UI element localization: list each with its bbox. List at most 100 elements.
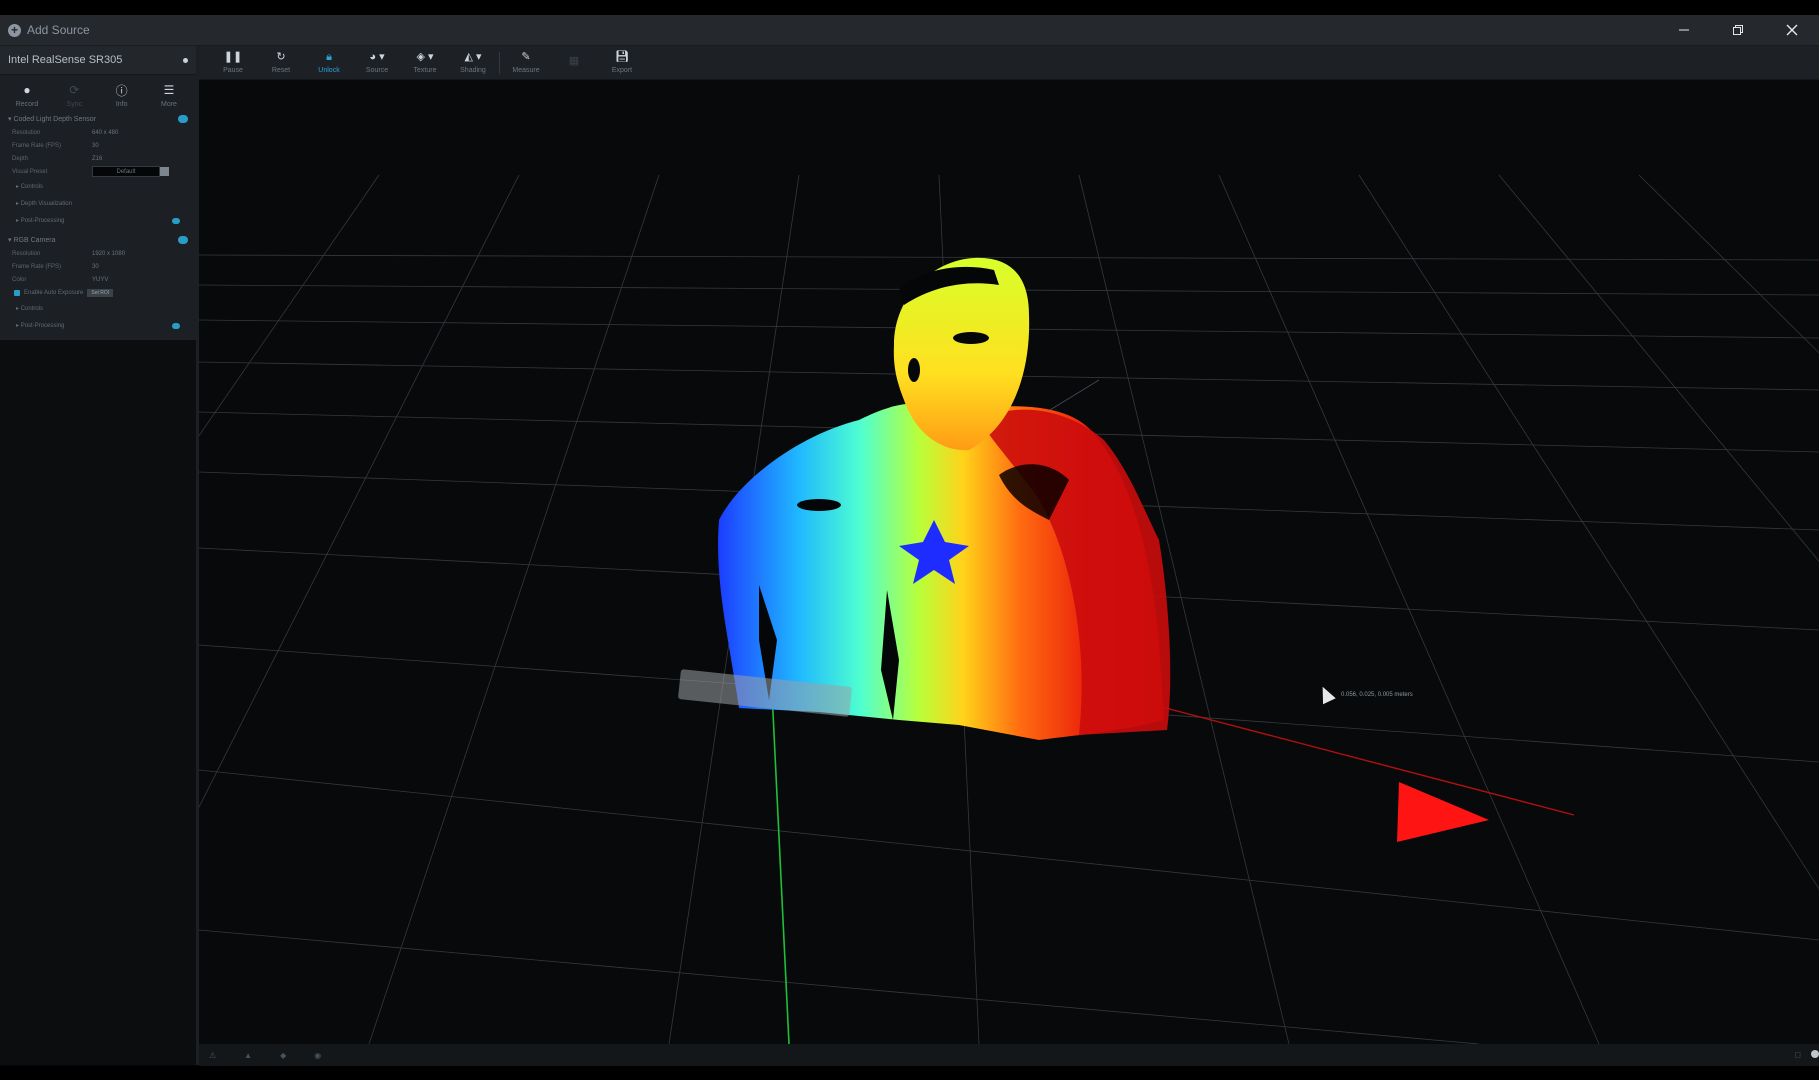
shading-icon: ◭ ▾ <box>464 51 482 63</box>
depth-controls-label: Controls <box>20 184 44 190</box>
coordinate-readout: 0.056, 0.025, 0.005 meters <box>1341 692 1413 698</box>
save-icon: 💾︎ <box>615 51 629 63</box>
export-button[interactable]: 💾︎ Export <box>598 51 646 74</box>
minimize-button[interactable] <box>1657 15 1711 45</box>
add-source-button[interactable]: + Add Source <box>8 21 90 39</box>
rgb-controls-expander[interactable]: ▸ Controls <box>0 300 196 317</box>
rgb-post-processing-toggle[interactable] <box>172 322 180 329</box>
x-axis-arrow <box>1397 782 1489 842</box>
rgb-resolution-label: Resolution <box>12 250 41 257</box>
shading-dropdown[interactable]: ◭ ▾ Shading <box>449 51 497 74</box>
depth-post-processing-toggle[interactable] <box>172 217 180 224</box>
source-label: Source <box>365 67 389 74</box>
rgb-fps-value[interactable]: 30 <box>92 264 99 270</box>
close-button[interactable] <box>1765 15 1819 45</box>
shading-label: Shading <box>460 67 486 74</box>
more-button[interactable]: ☰ More <box>150 83 188 108</box>
status-bar: ⚠ ▲ ◆ ◉ ◻ <box>199 1044 1819 1066</box>
rgb-format-label: Color <box>12 276 27 283</box>
pause-button[interactable]: ❚❚ Pause <box>209 51 257 74</box>
sync-label: Sync <box>66 101 83 108</box>
source-icon: ◕ ▾ <box>369 51 385 63</box>
ruler-icon: ✎ <box>521 51 531 63</box>
minimize-icon <box>1679 29 1689 31</box>
point-cloud-scene <box>199 174 1819 1044</box>
restore-button[interactable] <box>1711 15 1765 45</box>
set-roi-button[interactable]: Set ROI <box>87 289 114 297</box>
measure-label: Measure <box>512 67 540 74</box>
reset-icon: ↻ <box>276 51 286 63</box>
add-source-label: Add Source <box>27 23 90 37</box>
auto-exposure-label: Enable Auto Exposure <box>24 290 84 296</box>
pause-icon: ❚❚ <box>223 51 243 63</box>
rgb-post-processing-expander[interactable]: ▸ Post-Processing <box>0 317 196 334</box>
rgb-format-row: Color YUYV <box>0 273 196 286</box>
rgb-resolution-value[interactable]: 1920 x 1080 <box>92 251 125 257</box>
reset-button[interactable]: ↻ Reset <box>257 51 305 74</box>
depth-format-label: Depth <box>12 155 29 162</box>
record-button[interactable]: ● Record <box>8 83 46 108</box>
rgb-camera-title: RGB Camera <box>13 237 56 244</box>
device-name: Intel RealSense SR305 <box>8 54 123 66</box>
grid-button[interactable]: ▦ <box>550 55 598 71</box>
info-button[interactable]: ⓘ Info <box>103 83 141 109</box>
rgb-format-value[interactable]: YUYV <box>92 277 108 283</box>
add-icon: + <box>8 23 21 37</box>
depth-post-processing-label: Post-Processing <box>20 218 65 224</box>
device-section: Intel RealSense SR305 ● Record ⟳ Sync ⓘ … <box>0 46 196 340</box>
unlock-button[interactable]: 🔒︎ Unlock <box>305 51 353 74</box>
depth-visualization-label: Depth Visualization <box>20 201 72 207</box>
letterbox-bottom <box>0 1066 1819 1080</box>
status-icon-3[interactable]: ◆ <box>280 1051 286 1060</box>
collapse-icon[interactable]: ◻ <box>1794 1050 1801 1059</box>
depth-fps-value[interactable]: 30 <box>92 143 99 149</box>
rgb-fps-label: Frame Rate (FPS) <box>12 263 62 270</box>
rgb-camera-toggle[interactable] <box>178 236 188 244</box>
device-header[interactable]: Intel RealSense SR305 <box>0 46 196 75</box>
texture-label: Texture <box>413 67 437 74</box>
export-label: Export <box>611 67 633 74</box>
texture-dropdown[interactable]: ◈ ▾ Texture <box>401 51 449 74</box>
rgb-post-processing-label: Post-Processing <box>20 323 65 329</box>
info-label: Info <box>115 101 128 108</box>
record-icon: ● <box>23 83 31 97</box>
depth-format-value[interactable]: Z16 <box>92 156 102 162</box>
depth-resolution-row: Resolution 640 x 480 <box>0 126 196 139</box>
status-icon-1[interactable]: ⚠ <box>209 1051 216 1060</box>
toolbar-divider <box>499 51 500 74</box>
depth-post-processing-expander[interactable]: ▸ Post-Processing <box>0 212 196 229</box>
title-bar: + Add Source <box>0 15 1819 46</box>
record-label: Record <box>15 101 39 108</box>
visual-preset-select[interactable]: Default <box>92 166 169 177</box>
rgb-controls-label: Controls <box>20 306 44 312</box>
auto-exposure-row: Enable Auto Exposure Set ROI <box>0 286 196 300</box>
more-label: More <box>161 101 177 108</box>
depth-resolution-value[interactable]: 640 x 480 <box>92 130 118 136</box>
depth-sensor-title: Coded Light Depth Sensor <box>13 116 96 123</box>
device-status-icon <box>183 57 188 63</box>
sync-button[interactable]: ⟳ Sync <box>55 83 93 108</box>
depth-fps-label: Frame Rate (FPS) <box>12 142 62 149</box>
close-icon <box>1786 24 1798 36</box>
pause-label: Pause <box>223 67 243 74</box>
settings-dot-icon[interactable] <box>1811 1050 1819 1058</box>
status-icon-4[interactable]: ◉ <box>314 1051 321 1060</box>
reset-label: Reset <box>271 67 291 74</box>
device-actions: ● Record ⟳ Sync ⓘ Info ☰ More <box>0 75 196 112</box>
rgb-camera-header[interactable]: ▾ RGB Camera <box>0 233 196 247</box>
depth-fps-row: Frame Rate (FPS) 30 <box>0 139 196 152</box>
depth-format-row: Depth Z16 <box>0 152 196 165</box>
chevron-down-icon <box>160 167 169 176</box>
depth-controls-expander[interactable]: ▸ Controls <box>0 178 196 195</box>
grid-icon: ▦ <box>568 54 580 67</box>
source-dropdown[interactable]: ◕ ▾ Source <box>353 51 401 74</box>
depth-sensor-header[interactable]: ▾ Coded Light Depth Sensor <box>0 112 196 126</box>
sync-icon: ⟳ <box>69 83 80 97</box>
measure-button[interactable]: ✎ Measure <box>502 51 550 74</box>
depth-sensor-toggle[interactable] <box>178 115 188 123</box>
info-icon: ⓘ <box>115 83 128 98</box>
auto-exposure-checkbox[interactable] <box>14 290 20 296</box>
point-cloud-viewport[interactable]: 0.056, 0.025, 0.005 meters <box>199 80 1819 1044</box>
depth-visualization-expander[interactable]: ▸ Depth Visualization <box>0 195 196 212</box>
status-icon-2[interactable]: ▲ <box>244 1051 252 1060</box>
